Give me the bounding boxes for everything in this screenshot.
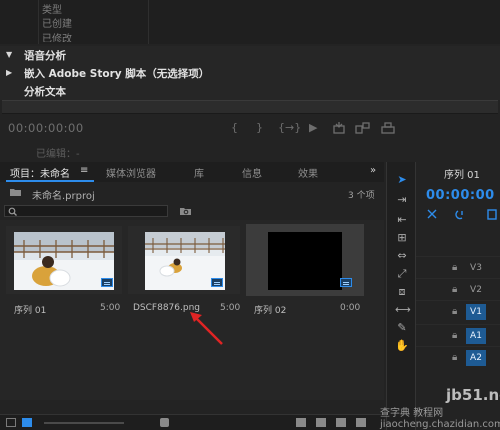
track-v3[interactable]: 🔒︎ V3 [416, 256, 500, 278]
lock-icon[interactable]: 🔒︎ [452, 306, 457, 317]
pen-tool-icon[interactable]: ✎ [395, 322, 409, 334]
embed-story-section[interactable]: ▶ 嵌入 Adobe Story 脚本（无选择项） [0, 64, 500, 82]
project-file-name: 未命名.prproj [32, 191, 95, 202]
clip-thumbnail-sequence-02[interactable] [268, 232, 342, 290]
more-tabs-icon[interactable]: » [370, 165, 376, 176]
tab-effects[interactable]: 效果 [298, 165, 318, 180]
slip-tool-icon[interactable]: ⧈ [395, 286, 409, 298]
speech-analysis-label: 语音分析 [24, 50, 66, 62]
delete-icon[interactable] [356, 418, 366, 427]
track-label-v1[interactable]: V1 [466, 304, 486, 320]
clip-duration: 0:00 [340, 303, 361, 313]
annotation-arrow [190, 312, 223, 345]
automate-to-sequence-icon[interactable] [160, 418, 169, 427]
clip-duration: 5:00 [100, 303, 121, 313]
watermark-site: jb51.net [446, 386, 500, 404]
snap-icon [427, 209, 437, 219]
clip-name: 序列 01 [14, 306, 47, 316]
list-view-icon[interactable] [6, 418, 16, 427]
selection-tool-icon[interactable]: ➤ [395, 174, 409, 186]
metadata-label-created: 已创建 [42, 19, 72, 30]
add-marker-icon [487, 209, 497, 220]
insert-icon [333, 122, 345, 134]
timeline-timecode[interactable]: 00:00:00 [426, 188, 495, 203]
expand-down-icon[interactable]: ▼ [6, 50, 12, 59]
overwrite-icon [355, 122, 370, 134]
play-button[interactable]: ▶ [309, 121, 317, 134]
go-to-in-button[interactable]: {→} [278, 121, 301, 134]
export-frame-icon [381, 122, 395, 134]
analysis-text-section: 分析文本 [0, 82, 500, 100]
icon-view-icon[interactable] [22, 418, 32, 427]
track-v1[interactable]: 🔒︎ V1 [416, 300, 500, 322]
track-v2[interactable]: 🔒︎ V2 [416, 278, 500, 300]
item-count: 3 个项 [348, 191, 375, 201]
rate-stretch-tool-icon[interactable]: ⇔ [395, 250, 409, 262]
lock-icon[interactable]: 🔒︎ [452, 284, 457, 295]
tools-panel: ➤ ⇥ ⇤ ⊞ ⇔ ⤢ ⧈ ⟷ ✎ ✋ [386, 162, 416, 430]
folder-icon [10, 189, 21, 196]
watermark-line: 查字典 教程网 jiaocheng.chazidian.com [380, 408, 500, 430]
tab-project[interactable]: 项目：未命名 [10, 165, 70, 180]
razor-tool-icon[interactable]: ⤢ [395, 268, 409, 280]
timeline-tool-icons[interactable] [426, 208, 500, 222]
project-tabs: 项目：未命名 ≡ 媒体浏览器 库 信息 效果 » [0, 162, 384, 182]
tab-libraries[interactable]: 库 [194, 165, 204, 180]
slide-tool-icon[interactable]: ⟷ [395, 304, 411, 316]
metadata-label-modified: 已修改 [42, 34, 72, 42]
metadata-divider [38, 0, 39, 44]
lock-icon[interactable]: 🔒︎ [452, 330, 457, 341]
rolling-edit-tool-icon[interactable]: ⊞ [395, 232, 409, 244]
new-bin-search-icon[interactable] [180, 206, 192, 216]
source-timecode[interactable]: 00:00:00:00 [8, 121, 84, 135]
hand-tool-icon[interactable]: ✋ [395, 340, 409, 352]
still-image-badge-icon [211, 278, 223, 287]
track-a1[interactable]: 🔒︎ A1 [416, 324, 500, 346]
mark-out-button[interactable]: } [256, 121, 263, 134]
track-label-v2[interactable]: V2 [466, 282, 486, 298]
ripple-edit-tool-icon[interactable]: ⇤ [395, 214, 409, 226]
project-file-row: 未命名.prproj 3 个项 [0, 184, 384, 202]
track-label-v3[interactable]: V3 [466, 260, 486, 276]
lock-icon[interactable]: 🔒︎ [452, 262, 457, 273]
sequence-badge-icon [340, 278, 352, 287]
tab-media-browser[interactable]: 媒体浏览器 [106, 165, 156, 180]
analysis-text-field[interactable] [2, 100, 498, 114]
tab-info[interactable]: 信息 [242, 165, 262, 180]
linked-selection-icon [455, 210, 463, 220]
analysis-text-label: 分析文本 [24, 86, 66, 98]
source-transport-icons[interactable] [332, 121, 402, 135]
track-label-a1[interactable]: A1 [466, 328, 486, 344]
metadata-divider [148, 0, 149, 44]
find-icon[interactable] [296, 418, 306, 427]
track-select-tool-icon[interactable]: ⇥ [395, 194, 409, 206]
mark-in-button[interactable]: { [231, 121, 238, 134]
expand-right-icon[interactable]: ▶ [6, 68, 12, 77]
panel-menu-icon[interactable]: ≡ [80, 165, 88, 176]
metadata-panel [0, 0, 500, 44]
track-a2[interactable]: 🔒︎ A2 [416, 346, 500, 368]
metadata-label-type: 类型 [42, 5, 62, 16]
clip-name: 序列 02 [254, 306, 287, 316]
active-tab-indicator [6, 180, 94, 182]
speech-analysis-section[interactable]: ▼ 语音分析 [0, 46, 500, 64]
embed-story-label: 嵌入 Adobe Story 脚本（无选择项） [24, 68, 210, 80]
sequence-badge-icon [101, 278, 113, 287]
search-icon [8, 207, 17, 216]
lock-icon[interactable]: 🔒︎ [452, 352, 457, 363]
track-label-a2[interactable]: A2 [466, 350, 486, 366]
zoom-slider[interactable] [44, 422, 124, 424]
new-bin-icon[interactable] [316, 418, 326, 427]
timeline-tab-sequence-01[interactable]: 序列 01 [444, 166, 480, 181]
new-item-icon[interactable] [336, 418, 346, 427]
clip-thumbnail-sequence-01[interactable] [14, 232, 114, 290]
search-input[interactable] [4, 205, 168, 217]
project-footer-toolbar [0, 414, 384, 430]
edited-status: 已编辑：- [36, 149, 80, 160]
